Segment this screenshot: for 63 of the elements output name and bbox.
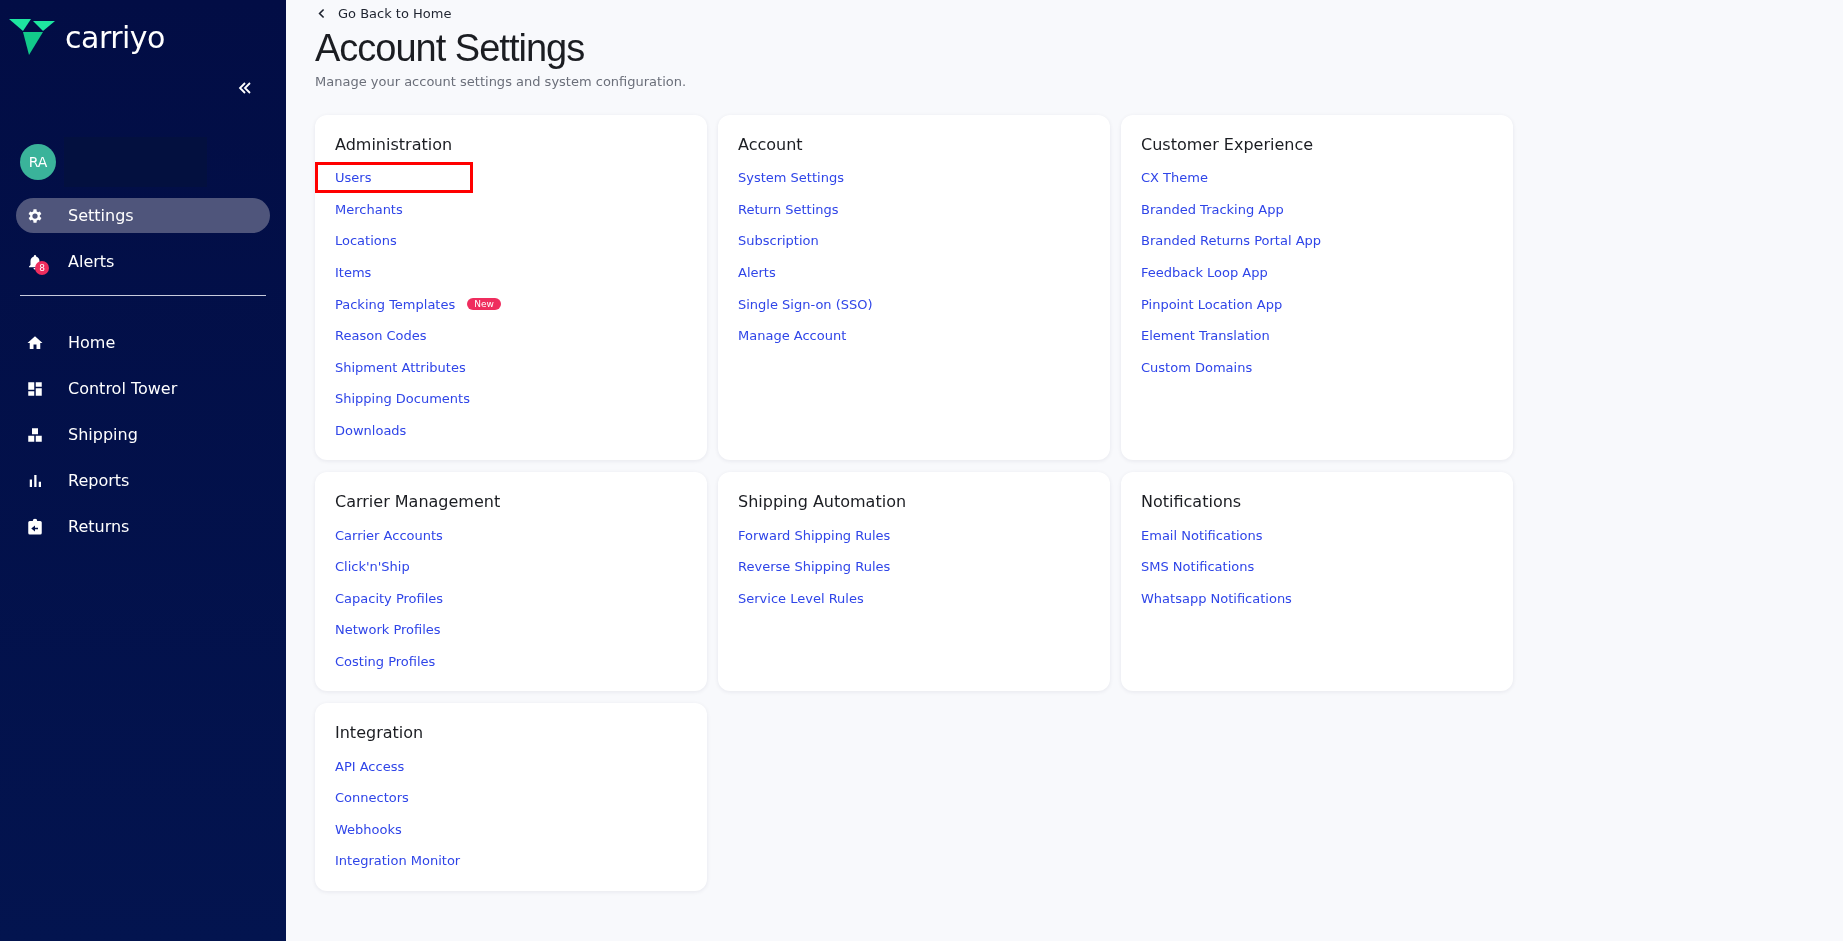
card-title: Customer Experience: [1141, 135, 1315, 154]
new-badge: New: [467, 298, 501, 311]
sidebar-item[interactable]: Settings: [16, 198, 270, 233]
settings-link[interactable]: Locations: [315, 225, 420, 257]
settings-link[interactable]: Integration Monitor: [315, 845, 484, 877]
settings-link[interactable]: CX Theme: [1121, 162, 1231, 194]
card-title: Administration: [335, 135, 454, 154]
card-title: Integration: [335, 723, 425, 743]
settings-link[interactable]: Webhooks: [315, 813, 425, 845]
settings-link[interactable]: SMS Notifications: [1121, 551, 1278, 583]
sidebar-item[interactable]: Reports: [16, 463, 270, 498]
card-title: Account: [738, 135, 804, 154]
settings-link[interactable]: Email Notifications: [1121, 519, 1286, 551]
settings-link[interactable]: Shipment Attributes: [315, 351, 489, 383]
chevron-left-icon: [318, 8, 326, 19]
settings-link[interactable]: Service Level Rules: [718, 582, 887, 614]
settings-link[interactable]: System Settings: [718, 162, 867, 194]
clipboard-arrow-icon: [26, 517, 44, 536]
card-title: Shipping Automation: [738, 492, 908, 512]
settings-link[interactable]: Branded Returns Portal App: [1121, 225, 1345, 257]
settings-link[interactable]: Custom Domains: [1121, 351, 1276, 383]
settings-link[interactable]: Shipping Documents: [315, 383, 493, 415]
card-title: Carrier Management: [335, 492, 502, 512]
settings-link[interactable]: Reason Codes: [315, 320, 450, 352]
settings-link[interactable]: API Access: [315, 750, 428, 782]
notification-badge: 8: [35, 260, 49, 275]
settings-link[interactable]: Downloads: [315, 415, 430, 447]
boxes-icon: [26, 425, 44, 444]
settings-icon: [26, 206, 44, 225]
settings-link[interactable]: Pinpoint Location App: [1121, 288, 1306, 320]
settings-link[interactable]: Users: [315, 162, 473, 194]
back-link[interactable]: Go Back to Home: [315, 6, 452, 21]
dashboard-icon: [26, 379, 44, 398]
sidebar-item[interactable]: Control Tower: [16, 371, 270, 406]
settings-link[interactable]: Branded Tracking App: [1121, 193, 1307, 225]
page-subtitle: Manage your account settings and system configuration.: [315, 74, 688, 89]
settings-link[interactable]: Merchants: [315, 193, 426, 225]
card-title: Notifications: [1141, 492, 1243, 512]
settings-link[interactable]: Click'n'Ship: [315, 551, 433, 583]
settings-link[interactable]: Return Settings: [718, 193, 862, 225]
logo-text: carriyo: [65, 19, 165, 55]
settings-link[interactable]: Single Sign-on (SSO): [718, 288, 896, 320]
settings-link[interactable]: Carrier Accounts: [315, 519, 466, 551]
settings-link[interactable]: Element Translation: [1121, 320, 1293, 352]
settings-link[interactable]: Alerts: [718, 257, 799, 289]
settings-link[interactable]: Connectors: [315, 782, 432, 814]
page-title: Account Settings: [315, 27, 586, 70]
settings-link[interactable]: Capacity Profiles: [315, 582, 467, 614]
settings-link[interactable]: Subscription: [718, 225, 842, 257]
sidebar-item[interactable]: Home: [16, 325, 270, 360]
sidebar-item[interactable]: Shipping: [16, 417, 270, 452]
settings-link[interactable]: Reverse Shipping Rules: [718, 551, 914, 583]
sidebar-item[interactable]: Returns: [16, 509, 270, 544]
settings-link[interactable]: Whatsapp Notifications: [1121, 582, 1315, 614]
settings-link[interactable]: Manage Account: [718, 320, 870, 352]
settings-link[interactable]: Forward Shipping Rules: [718, 519, 914, 551]
bird-logo-icon: [9, 19, 55, 55]
settings-link[interactable]: Items: [315, 257, 395, 289]
settings-link[interactable]: Costing Profiles: [315, 646, 459, 677]
sidebar-item[interactable]: 8 Alerts: [16, 244, 270, 279]
settings-link[interactable]: Network Profiles: [315, 614, 464, 646]
settings-link[interactable]: Feedback Loop App: [1121, 257, 1291, 289]
double-chevron-left-icon[interactable]: [238, 81, 252, 95]
